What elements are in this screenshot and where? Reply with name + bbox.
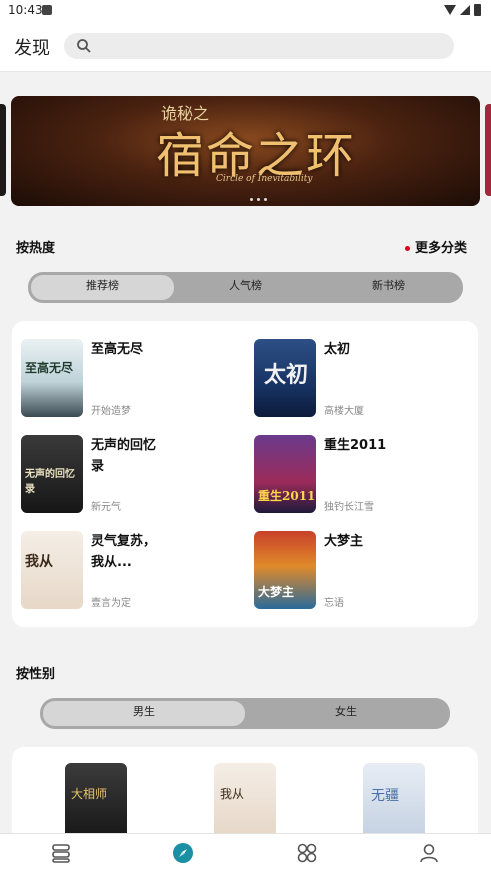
nav-bookshelf[interactable] — [50, 842, 72, 864]
book-cover: 无声的回忆录 — [21, 435, 83, 513]
cover-title: 大梦主 — [258, 585, 295, 599]
user-icon — [420, 844, 438, 863]
notification-icon — [42, 5, 52, 15]
book-author: 高楼大厦 — [324, 406, 364, 417]
banner-carousel[interactable]: 诡秘之 宿命之环 Circle of Inevitability — [0, 94, 491, 206]
banner-prev-peek[interactable] — [0, 104, 6, 196]
compass-icon — [173, 843, 193, 863]
book-item[interactable]: 太初 太初 高楼大厦 — [254, 339, 474, 419]
book-item[interactable]: 至高无尽 至高无尽 开始造梦 — [21, 339, 241, 419]
banner-next-peek[interactable] — [485, 104, 491, 196]
book-item[interactable]: 大梦主 大梦主 忘语 — [254, 531, 474, 611]
signal-icon — [460, 5, 470, 15]
book-cover: 我从 — [21, 531, 83, 609]
discover-content[interactable]: 诡秘之 宿命之环 Circle of Inevitability 按热度 更多分… — [0, 72, 491, 833]
nav-discover[interactable] — [172, 842, 194, 864]
gender-section-title: 按性别 — [16, 667, 56, 682]
book-author: 忘语 — [324, 598, 344, 609]
book-title: 太初 — [324, 342, 351, 357]
top-header: 发现 — [0, 22, 491, 72]
dot-icon — [404, 246, 410, 251]
book-cover: 重生2011 — [254, 435, 316, 513]
book-cover[interactable]: 无疆 — [363, 763, 425, 833]
book-cover[interactable]: 大相师 — [65, 763, 127, 833]
status-bar: 10:43 — [0, 0, 491, 22]
tab-popular[interactable]: 人气榜 — [174, 275, 317, 300]
hot-section-title: 按热度 — [16, 241, 56, 256]
tab-new-books[interactable]: 新书榜 — [317, 275, 460, 300]
wifi-icon — [444, 5, 456, 15]
book-cover: 太初 — [254, 339, 316, 417]
more-categories-label: 更多分类 — [414, 241, 467, 256]
book-title: 无声的回忆录 — [91, 438, 157, 474]
book-title: 大梦主 — [324, 534, 364, 549]
tab-male[interactable]: 男生 — [43, 701, 245, 726]
nav-category[interactable] — [296, 842, 318, 864]
book-cover: 至高无尽 — [21, 339, 83, 417]
book-author: 开始造梦 — [91, 406, 131, 417]
category-icon — [297, 843, 317, 863]
cover-title: 我从 — [220, 787, 245, 801]
cover-title: 重生2011 — [258, 489, 316, 503]
tab-female[interactable]: 女生 — [245, 701, 447, 726]
cover-title: 无疆 — [371, 788, 399, 804]
banner-slide[interactable]: 诡秘之 宿命之环 Circle of Inevitability — [11, 96, 480, 206]
bookshelf-icon — [52, 844, 70, 863]
book-title: 重生2011 — [324, 438, 387, 453]
book-title: 至高无尽 — [91, 342, 144, 357]
gender-tab-bar: 男生 女生 — [40, 698, 450, 729]
search-icon — [77, 39, 91, 53]
book-cover: 大梦主 — [254, 531, 316, 609]
book-item[interactable]: 我从 灵气复苏，我从... 壹言为定 — [21, 531, 241, 611]
book-author: 壹言为定 — [91, 598, 131, 609]
book-author: 独钓长江雪 — [324, 502, 374, 513]
bottom-nav — [0, 833, 491, 873]
book-item[interactable]: 重生2011 重生2011 独钓长江雪 — [254, 435, 474, 515]
battery-icon — [474, 4, 481, 16]
nav-profile[interactable] — [418, 842, 440, 864]
cover-title: 太初 — [264, 362, 309, 388]
book-cover[interactable]: 我从 — [214, 763, 276, 833]
cover-title: 大相师 — [71, 787, 108, 801]
book-title: 灵气复苏，我从... — [91, 534, 157, 570]
cover-title: 至高无尽 — [25, 361, 74, 375]
gender-book-list: 大相师 我从 无疆 — [12, 747, 478, 833]
tab-recommend[interactable]: 推荐榜 — [31, 275, 174, 300]
banner-title-en: Circle of Inevitability — [216, 174, 313, 184]
cover-title: 我从 — [25, 554, 53, 570]
cover-title: 无声的回忆录 — [25, 469, 75, 495]
status-icons — [444, 4, 481, 16]
hot-book-list: 至高无尽 至高无尽 开始造梦 太初 太初 高楼大厦 无声的回忆录 无声的回忆录 … — [12, 321, 478, 627]
status-time: 10:43 — [8, 3, 43, 17]
hot-tab-bar: 推荐榜 人气榜 新书榜 — [28, 272, 463, 303]
book-item[interactable]: 无声的回忆录 无声的回忆录 新元气 — [21, 435, 241, 515]
banner-indicator — [250, 198, 267, 201]
book-author: 新元气 — [91, 502, 121, 513]
search-input[interactable] — [64, 33, 454, 59]
page-title: 发现 — [14, 38, 50, 59]
more-categories-link[interactable]: 更多分类 — [404, 237, 467, 256]
